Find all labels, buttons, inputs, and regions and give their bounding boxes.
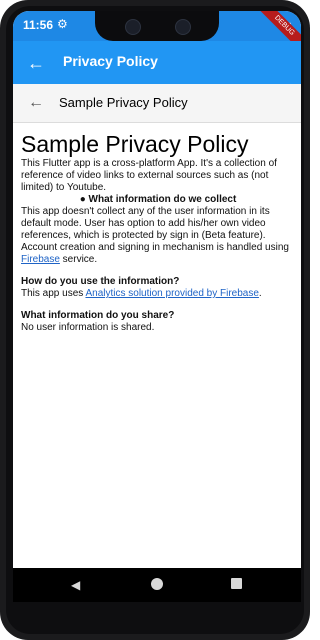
notch [95, 11, 219, 41]
bullet-heading: ● What information do we collect [79, 194, 237, 205]
intro-text: This Flutter app is a cross-platform App… [21, 158, 277, 193]
camera-icon [125, 19, 141, 35]
status-bar: 11:56 ⚙ ▾ DEBUG [13, 11, 301, 55]
share-heading: What information do you share? [21, 310, 175, 321]
camera-icon [175, 19, 191, 35]
firebase-link[interactable]: Firebase [21, 254, 60, 265]
arrow-left-icon[interactable]: ← [23, 50, 49, 76]
square-recent-icon[interactable] [231, 578, 242, 589]
circle-home-icon[interactable] [151, 578, 163, 590]
screen: 11:56 ⚙ ▾ DEBUG ← Privacy Policy ← Sampl… [13, 11, 301, 597]
collect-text: This app doesn't collect any of the user… [21, 206, 289, 253]
status-time: 11:56 [23, 18, 54, 32]
use-paragraph: This app uses Analytics solution provide… [21, 288, 295, 300]
use-heading: How do you use the information? [21, 276, 180, 287]
analytics-link[interactable]: Analytics solution provided by Firebase [85, 288, 258, 299]
collect-paragraph: This app doesn't collect any of the user… [21, 206, 295, 266]
app-bar: ← Privacy Policy [13, 41, 301, 84]
app-bar-title: Privacy Policy [63, 53, 158, 69]
collect-text-end: service. [59, 254, 98, 265]
use-text: This app uses [21, 288, 86, 299]
sub-header: ← Sample Privacy Policy [13, 84, 301, 123]
share-text: No user information is shared. [21, 322, 155, 333]
policy-content: Sample Privacy Policy This Flutter app i… [21, 131, 295, 334]
use-text-end: . [258, 288, 262, 299]
system-nav-bar: ◀ [13, 568, 301, 602]
sub-header-title: Sample Privacy Policy [59, 95, 188, 110]
arrow-left-icon[interactable]: ← [23, 90, 49, 116]
page-title: Sample Privacy Policy [21, 131, 249, 157]
bullet-title: What information do we collect [88, 194, 237, 205]
triangle-back-icon[interactable]: ◀ [71, 578, 80, 592]
gear-icon: ⚙ [57, 17, 68, 31]
